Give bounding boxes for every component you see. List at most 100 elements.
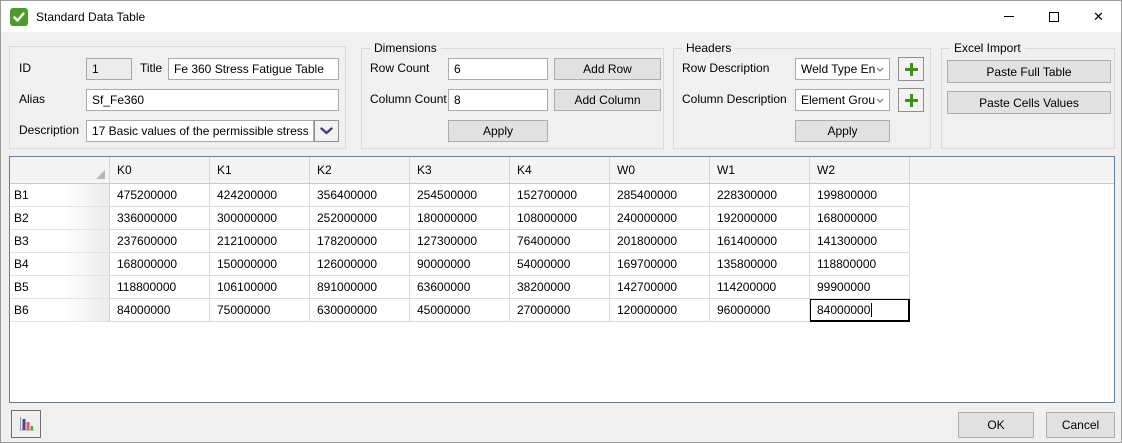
table-cell[interactable]: 891000000 bbox=[310, 276, 410, 299]
table-cell[interactable]: 161400000 bbox=[710, 230, 810, 253]
table-cell[interactable]: 120000000 bbox=[610, 299, 710, 322]
select-all-corner[interactable] bbox=[10, 157, 110, 183]
column-header[interactable]: W0 bbox=[610, 157, 710, 183]
dimensions-apply-button[interactable]: Apply bbox=[448, 120, 548, 142]
column-header[interactable]: K1 bbox=[210, 157, 310, 183]
row-header[interactable]: B6 bbox=[10, 299, 110, 322]
add-column-button[interactable]: Add Column bbox=[554, 89, 661, 111]
table-row: B323760000021210000017820000012730000076… bbox=[10, 230, 1114, 253]
table-cell[interactable]: 106100000 bbox=[210, 276, 310, 299]
add-column-description-button[interactable] bbox=[898, 88, 924, 112]
table-row: B511880000010610000089100000063600000382… bbox=[10, 276, 1114, 299]
table-cell[interactable]: 201800000 bbox=[610, 230, 710, 253]
ok-button[interactable]: OK bbox=[958, 412, 1034, 438]
row-header[interactable]: B4 bbox=[10, 253, 110, 276]
table-cell[interactable]: 252000000 bbox=[310, 207, 410, 230]
add-row-button[interactable]: Add Row bbox=[554, 58, 661, 80]
table-cell[interactable]: 63600000 bbox=[410, 276, 510, 299]
maximize-icon bbox=[1049, 12, 1059, 22]
plus-icon bbox=[905, 63, 918, 76]
row-header[interactable]: B5 bbox=[10, 276, 110, 299]
row-filler bbox=[910, 230, 1114, 253]
table-cell[interactable]: 192000000 bbox=[710, 207, 810, 230]
table-cell[interactable]: 237600000 bbox=[110, 230, 210, 253]
table-cell[interactable]: 118800000 bbox=[110, 276, 210, 299]
table-cell[interactable]: 54000000 bbox=[510, 253, 610, 276]
select-all-triangle-icon bbox=[96, 170, 105, 179]
cell-value: 356400000 bbox=[317, 188, 377, 202]
cell-value: 84000000 bbox=[817, 303, 870, 317]
table-cell[interactable]: 141300000 bbox=[810, 230, 910, 253]
table-cell[interactable]: 180000000 bbox=[410, 207, 510, 230]
table-cell[interactable]: 27000000 bbox=[510, 299, 610, 322]
table-cell[interactable]: 96000000 bbox=[710, 299, 810, 322]
table-cell[interactable]: 169700000 bbox=[610, 253, 710, 276]
table-cell[interactable]: 240000000 bbox=[610, 207, 710, 230]
table-cell[interactable]: 108000000 bbox=[510, 207, 610, 230]
column-header[interactable]: W1 bbox=[710, 157, 810, 183]
table-cell[interactable]: 38200000 bbox=[510, 276, 610, 299]
table-cell[interactable]: 199800000 bbox=[810, 184, 910, 207]
table-cell[interactable]: 75000000 bbox=[210, 299, 310, 322]
column-header[interactable]: K4 bbox=[510, 157, 610, 183]
table-cell[interactable]: 168000000 bbox=[110, 253, 210, 276]
table-cell[interactable]: 45000000 bbox=[410, 299, 510, 322]
table-cell[interactable]: 336000000 bbox=[110, 207, 210, 230]
table-cell[interactable]: 150000000 bbox=[210, 253, 310, 276]
table-cell[interactable]: 475200000 bbox=[110, 184, 210, 207]
table-cell[interactable]: 127300000 bbox=[410, 230, 510, 253]
title-bar: Standard Data Table ✕ bbox=[1, 1, 1121, 32]
row-count-field[interactable] bbox=[448, 58, 548, 80]
table-cell[interactable]: 76400000 bbox=[510, 230, 610, 253]
chevron-down-icon bbox=[876, 98, 884, 103]
row-description-combo[interactable]: Weld Type En bbox=[795, 58, 890, 80]
cell-value: 201800000 bbox=[617, 234, 677, 248]
table-cell[interactable]: 254500000 bbox=[410, 184, 510, 207]
table-cell[interactable]: 228300000 bbox=[710, 184, 810, 207]
row-header[interactable]: B3 bbox=[10, 230, 110, 253]
maximize-button[interactable] bbox=[1031, 1, 1076, 32]
close-button[interactable]: ✕ bbox=[1076, 1, 1121, 32]
description-label: Description bbox=[19, 123, 79, 137]
alias-field[interactable] bbox=[86, 89, 339, 111]
cell-value: 152700000 bbox=[517, 188, 577, 202]
id-field[interactable] bbox=[86, 58, 132, 80]
paste-cells-values-button[interactable]: Paste Cells Values bbox=[947, 91, 1111, 114]
table-cell[interactable]: 300000000 bbox=[210, 207, 310, 230]
column-header[interactable]: K2 bbox=[310, 157, 410, 183]
table-cell[interactable]: 285400000 bbox=[610, 184, 710, 207]
row-header[interactable]: B2 bbox=[10, 207, 110, 230]
table-cell[interactable]: 99900000 bbox=[810, 276, 910, 299]
table-cell[interactable]: 90000000 bbox=[410, 253, 510, 276]
table-cell[interactable]: 142700000 bbox=[610, 276, 710, 299]
column-header[interactable]: K0 bbox=[110, 157, 210, 183]
table-cell[interactable]: 424200000 bbox=[210, 184, 310, 207]
column-header[interactable]: W2 bbox=[810, 157, 910, 183]
table-cell[interactable]: 118800000 bbox=[810, 253, 910, 276]
dimensions-caption: Dimensions bbox=[370, 41, 441, 55]
column-description-combo[interactable]: Element Grou bbox=[795, 89, 890, 111]
table-cell[interactable]: 356400000 bbox=[310, 184, 410, 207]
table-cell[interactable]: 212100000 bbox=[210, 230, 310, 253]
minimize-button[interactable] bbox=[986, 1, 1031, 32]
table-cell[interactable]: 178200000 bbox=[310, 230, 410, 253]
table-cell[interactable]: 84000000 bbox=[110, 299, 210, 322]
column-header[interactable]: K3 bbox=[410, 157, 510, 183]
paste-full-table-button[interactable]: Paste Full Table bbox=[947, 60, 1111, 83]
table-cell[interactable]: 152700000 bbox=[510, 184, 610, 207]
description-field[interactable] bbox=[86, 120, 314, 142]
table-cell[interactable]: 168000000 bbox=[810, 207, 910, 230]
table-cell[interactable]: 84000000 bbox=[810, 299, 910, 322]
title-field[interactable] bbox=[168, 58, 339, 80]
table-cell[interactable]: 135800000 bbox=[710, 253, 810, 276]
cancel-button[interactable]: Cancel bbox=[1046, 412, 1115, 438]
table-cell[interactable]: 126000000 bbox=[310, 253, 410, 276]
table-cell[interactable]: 114200000 bbox=[710, 276, 810, 299]
description-dropdown-button[interactable] bbox=[314, 120, 339, 142]
add-row-description-button[interactable] bbox=[898, 57, 924, 81]
headers-apply-button[interactable]: Apply bbox=[795, 120, 890, 142]
row-header[interactable]: B1 bbox=[10, 184, 110, 207]
table-cell[interactable]: 630000000 bbox=[310, 299, 410, 322]
column-count-field[interactable] bbox=[448, 89, 548, 111]
chart-button[interactable] bbox=[11, 410, 41, 438]
